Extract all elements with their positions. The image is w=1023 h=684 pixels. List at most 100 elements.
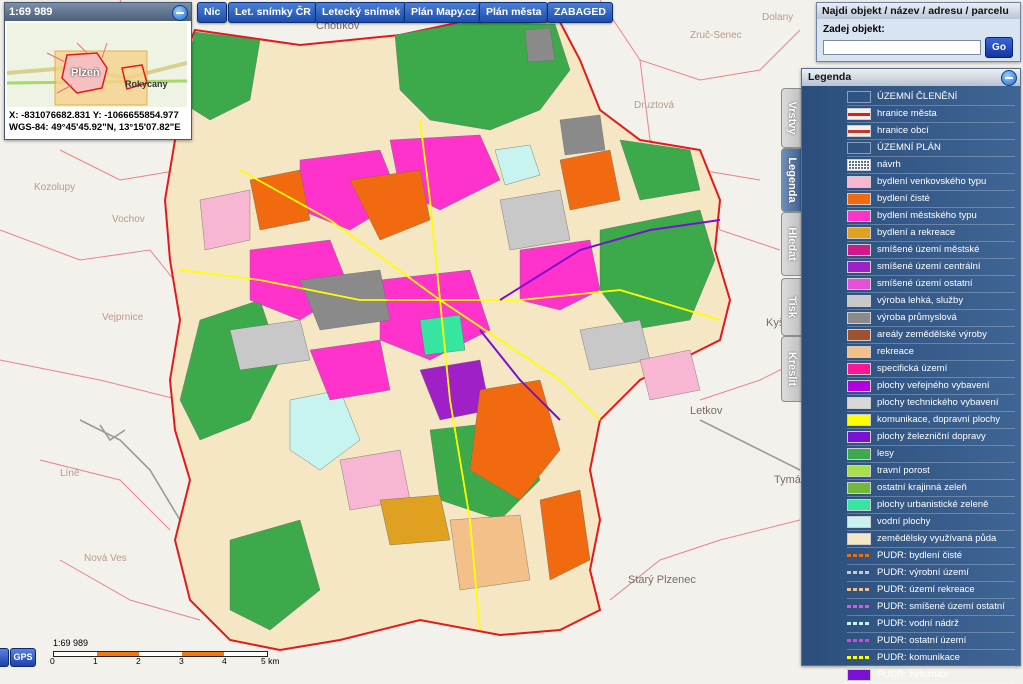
legend-swatch <box>847 346 871 358</box>
legend-item: plochy železniční dopravy <box>847 429 1015 446</box>
search-go-button[interactable]: Go <box>985 37 1013 58</box>
legend-label: ÚZEMNÍ PLÁN <box>877 142 941 153</box>
legend-swatch <box>847 533 871 545</box>
legend-swatch <box>847 380 871 392</box>
legend-label: bydlení a rekreace <box>877 227 956 238</box>
basemap-aerial-cr-button[interactable]: Let. snímky ČR <box>228 2 318 23</box>
panel-toggle-handle[interactable] <box>0 648 9 667</box>
basemap-none-button[interactable]: Nic <box>197 2 228 23</box>
tab-hledat[interactable]: Hledat <box>781 212 802 276</box>
overview-map[interactable] <box>7 23 187 107</box>
legend-swatch <box>847 669 871 681</box>
legend-swatch <box>847 397 871 409</box>
legend-label: areály zemědělské výroby <box>877 329 987 340</box>
legend-swatch <box>847 516 871 528</box>
legend-label: PUDR: území rekreace <box>877 584 975 595</box>
basemap-zabaged-button[interactable]: ZABAGED <box>547 2 613 23</box>
legend-label: plochy urbanistické zeleně <box>877 499 989 510</box>
legend-swatch <box>847 414 871 426</box>
legend-item: plochy urbanistické zeleně <box>847 497 1015 514</box>
legend-swatch <box>847 465 871 477</box>
legend-item: lesy <box>847 446 1015 463</box>
legend-label: ÚZEMNÍ ČLENĚNÍ <box>877 91 958 102</box>
basemap-aerial-button[interactable]: Letecký snímek <box>315 2 408 23</box>
place-label: Líně <box>60 468 80 479</box>
legend-item: návrh <box>847 157 1015 174</box>
legend-swatch <box>847 159 871 171</box>
legend-item: ostatní krajinná zeleň <box>847 480 1015 497</box>
legend-label: hranice obcí <box>877 125 929 136</box>
basemap-city-plan-button[interactable]: Plán města <box>479 2 549 23</box>
legend-swatch <box>847 278 871 290</box>
legend-swatch <box>847 635 871 647</box>
legend-label: PUDR: výrobní území <box>877 567 969 578</box>
legend-item: komunikace, dopravní plochy <box>847 412 1015 429</box>
legend-label: bydlení čisté <box>877 193 930 204</box>
search-input[interactable] <box>823 40 981 55</box>
legend-item: smíšené území ostatní <box>847 276 1015 293</box>
overview-window: 1:69 989 Plzeň Rokycany X: -831076682.83… <box>4 2 192 140</box>
legend-label: PUDR: vodní nádrž <box>877 618 959 629</box>
tab-vrstvy[interactable]: Vrstvy <box>781 88 802 148</box>
scale-tick-label: 0 <box>50 656 55 666</box>
legend-item: PUDR: ostatní území <box>847 633 1015 650</box>
legend-item: PUDR: vodní nádrž <box>847 616 1015 633</box>
tab-tisk[interactable]: Tisk <box>781 278 802 336</box>
legend-label: PUDR: ostatní území <box>877 635 967 646</box>
legend-item: travní porost <box>847 463 1015 480</box>
overview-scale: 1:69 989 <box>9 6 53 18</box>
legend-swatch <box>847 295 871 307</box>
legend-item: bydlení čisté <box>847 191 1015 208</box>
legend-swatch <box>847 499 871 511</box>
legend-item: výroba průmyslová <box>847 310 1015 327</box>
overview-town-label: Rokycany <box>125 79 168 89</box>
legend-swatch <box>847 142 871 154</box>
legend-label: smíšené území městské <box>877 244 980 255</box>
scale-tick-label: 4 <box>222 656 227 666</box>
tab-legenda[interactable]: Legenda <box>781 148 802 212</box>
tab-kreslit[interactable]: Kreslit <box>781 336 802 402</box>
legend-label: bydlení venkovského typu <box>877 176 987 187</box>
legend-swatch <box>847 91 871 103</box>
legend-swatch <box>847 108 871 120</box>
legend-label: návrh <box>877 159 901 170</box>
legend-label: rekreace <box>877 346 914 357</box>
legend-swatch <box>847 210 871 222</box>
scale-tick-label: 5 km <box>261 656 280 666</box>
collapse-icon[interactable] <box>172 5 188 21</box>
scale-segment <box>181 652 225 656</box>
scale-bar <box>53 651 268 657</box>
place-label: Vejprnice <box>102 312 144 323</box>
collapse-icon[interactable] <box>1001 70 1017 86</box>
place-label: Druztová <box>634 100 675 111</box>
legend-label: plochy veřejného vybavení <box>877 380 990 391</box>
place-label: Starý Plzenec <box>628 574 696 586</box>
legend-item: výroba lehká, služby <box>847 293 1015 310</box>
legend-label: zemědělsky využívaná půda <box>877 533 997 544</box>
legend-label: ostatní krajinná zeleň <box>877 482 967 493</box>
legend-label: smíšené území ostatní <box>877 278 973 289</box>
legend-item: PUDR: komunikace <box>847 650 1015 667</box>
scale-segment <box>96 652 140 656</box>
legend-label: PUDR: komunikace <box>877 652 960 663</box>
legend-item: plochy technického vybavení <box>847 395 1015 412</box>
legend-item: ÚZEMNÍ PLÁN <box>847 140 1015 157</box>
legend-swatch <box>847 431 871 443</box>
legend-panel: Legenda ÚZEMNÍ ČLENĚNÍ hranice města hrani… <box>801 68 1021 684</box>
legend-item: plochy veřejného vybavení <box>847 378 1015 395</box>
legend-swatch <box>847 550 871 562</box>
legend-label: PUDR: železnice <box>877 669 949 680</box>
basemap-mapy-cz-button[interactable]: Plán Mapy.cz <box>404 2 484 23</box>
legend-swatch <box>847 448 871 460</box>
search-panel: Najdi objekt / název / adresu / parcelu … <box>816 2 1021 62</box>
coords-wgs: WGS-84: 49°45'45.92"N, 13°15'07.82"E <box>9 122 181 133</box>
place-label: Letkov <box>690 405 723 417</box>
legend-swatch <box>847 584 871 596</box>
legend-label: plochy železniční dopravy <box>877 431 986 442</box>
search-title: Najdi objekt / název / adresu / parcelu <box>817 3 1020 19</box>
gps-button[interactable]: GPS <box>10 648 36 667</box>
legend-item: vodní plochy <box>847 514 1015 531</box>
legend-title: Legenda <box>808 71 852 83</box>
legend-swatch <box>847 329 871 341</box>
legend-label: specifická území <box>877 363 948 374</box>
